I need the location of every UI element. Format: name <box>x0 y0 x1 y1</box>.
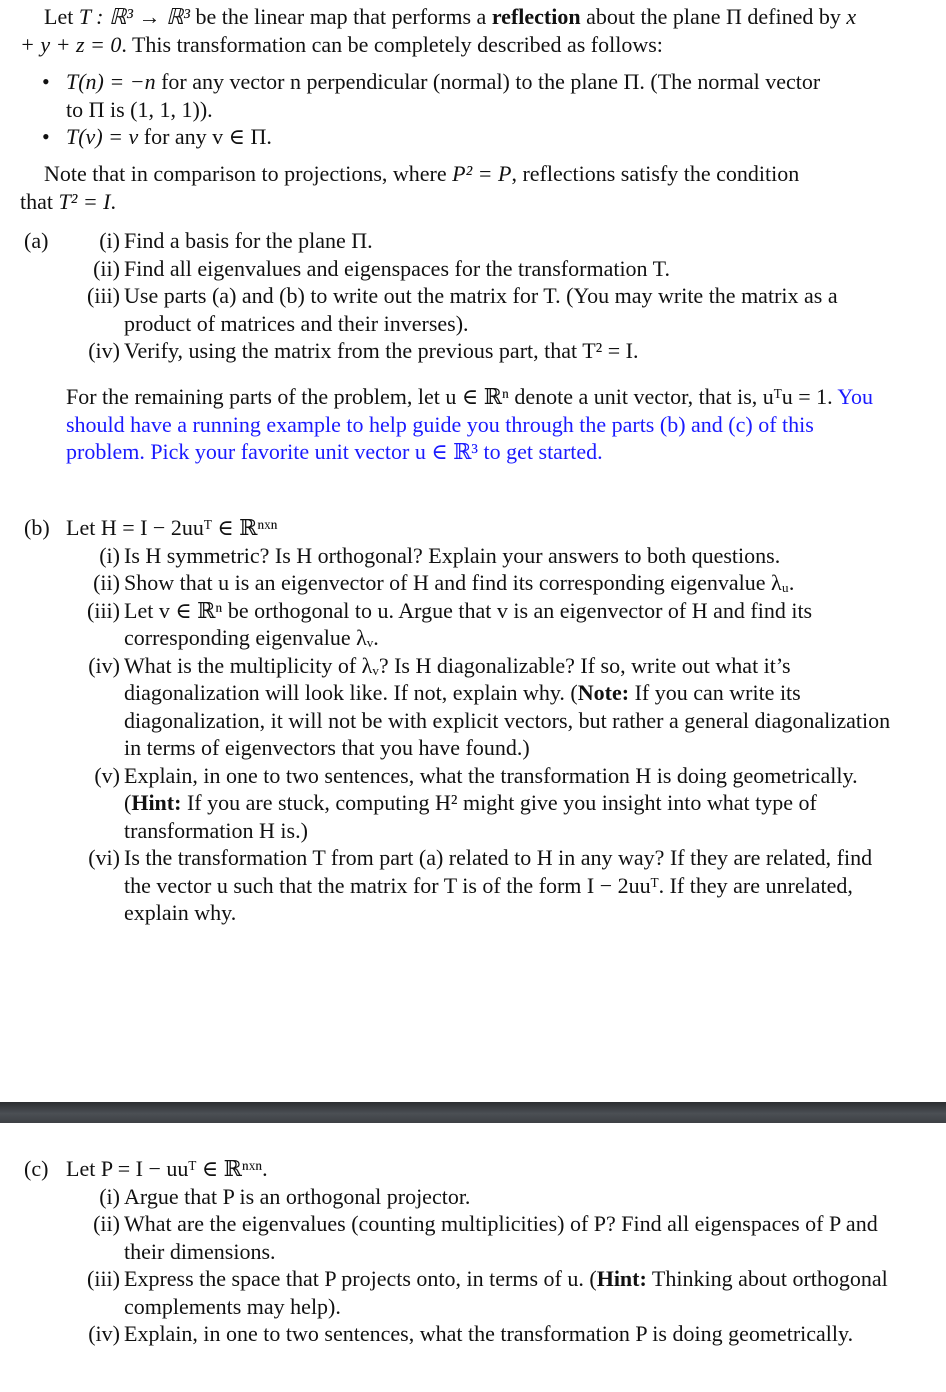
part-c-heading: Let P = I − uuᵀ ∈ ℝⁿˣⁿ. <box>66 1156 268 1181</box>
part-c: (c) Let P = I − uuᵀ ∈ ℝⁿˣⁿ. (i) Argue tha… <box>24 1155 894 1348</box>
part-a: (a) (i) Find a basis for the plane Π. (ii… <box>24 227 894 365</box>
part-b-item: (iv) What is the multiplicity of λᵥ? Is H… <box>88 652 891 761</box>
bullet-item: • T(n) = −n for any vector n perpendicul… <box>42 69 821 122</box>
remaining-parts-paragraph: For the remaining parts of the problem, … <box>66 384 874 464</box>
part-b-label: (b) <box>24 515 50 540</box>
bullet-icon: • <box>42 69 50 94</box>
part-b: (b) Let H = I − 2uuᵀ ∈ ℝⁿˣⁿ (i) Is H symm… <box>24 514 894 927</box>
part-c-item: (iv) Explain, in one to two sentences, wh… <box>88 1321 854 1346</box>
reflection-bold: reflection <box>491 4 581 29</box>
part-c-item: (i) Argue that P is an orthogonal project… <box>99 1183 471 1209</box>
part-b-item: (iii) Let v ∈ ℝⁿ be orthogonal to u. Argu… <box>87 597 813 651</box>
map-math: T : ℝ³ → ℝ³ <box>78 4 191 29</box>
part-c-item: (iii) Express the space that P projects o… <box>87 1266 888 1319</box>
part-a-item: (ii) Find all eigenvalues and eigenspaces… <box>93 255 670 281</box>
bullet-list: • T(n) = −n for any vector n perpendicul… <box>38 68 828 151</box>
part-a-item: (iv) Verify, using the matrix from the pr… <box>88 338 639 363</box>
part-b-item: (vi) Is the transformation T from part (a… <box>88 845 873 925</box>
bullet-item: • T(v) = v for any v ∈ Π. <box>42 124 272 149</box>
note-paragraph: Note that in comparison to projections, … <box>20 161 800 214</box>
page-divider <box>0 1102 946 1123</box>
part-a-item: (iii) Use parts (a) and (b) to write out … <box>87 283 838 336</box>
part-c-item: (ii) What are the eigenvalues (counting m… <box>93 1211 878 1264</box>
part-b-item: (i) Is H symmetric? Is H orthogonal? Expl… <box>99 542 781 568</box>
part-b-item: (v) Explain, in one to two sentences, wha… <box>94 762 858 843</box>
part-a-item: (i) Find a basis for the plane Π. <box>99 228 373 253</box>
intro-paragraph: Let T : ℝ³ → ℝ³ be the linear map that p… <box>20 4 857 57</box>
part-c-label: (c) <box>24 1156 49 1181</box>
part-b-item: (ii) Show that u is an eigenvector of H a… <box>93 570 795 595</box>
part-b-heading: Let H = I − 2uuᵀ ∈ ℝⁿˣⁿ <box>66 515 278 540</box>
bullet-icon: • <box>42 124 50 149</box>
